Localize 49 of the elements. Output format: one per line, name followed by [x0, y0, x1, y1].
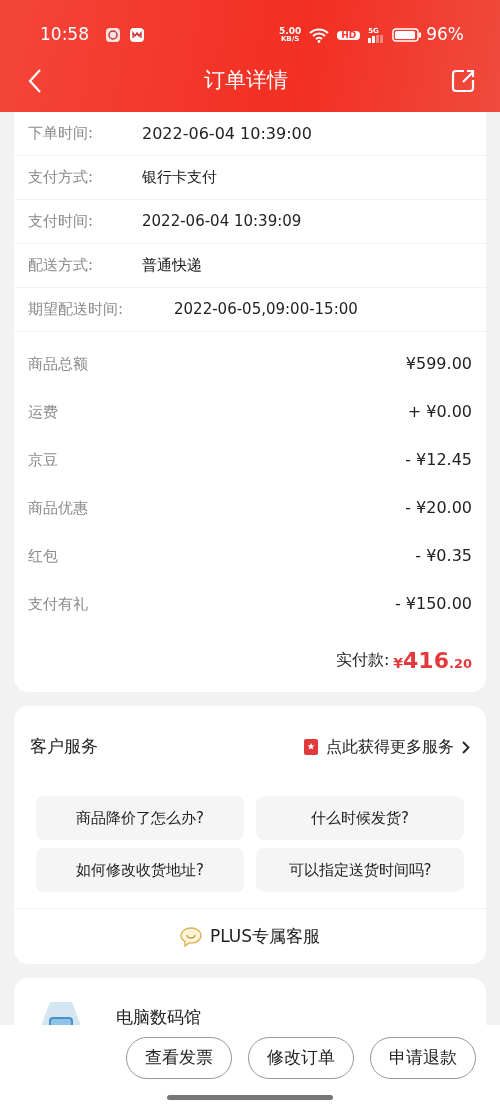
- action-button[interactable]: 修改订单: [248, 1037, 354, 1079]
- battery-percent: 96%: [426, 23, 464, 47]
- app-icon: [129, 27, 145, 43]
- chevron-right-icon: [462, 740, 470, 754]
- field-value: 普通快递: [142, 255, 202, 277]
- question-button[interactable]: 如何修改收货地址?: [36, 848, 244, 892]
- amount-value: - ¥150.00: [394, 593, 472, 615]
- section-title: 客户服务: [30, 735, 98, 759]
- field-label: 下单时间:: [28, 123, 95, 145]
- share-icon[interactable]: [450, 68, 476, 94]
- field-value: 2022-06-05,09:00-15:00: [174, 299, 358, 321]
- amount-label: 商品总额: [28, 353, 88, 375]
- field-value: 2022-06-04 10:39:00: [142, 122, 312, 145]
- amount-value: - ¥12.45: [405, 449, 472, 471]
- field-label: 期望配送时间:: [28, 299, 125, 321]
- app-icon: [105, 27, 121, 43]
- amount-label: 运费: [28, 401, 58, 423]
- store-name: 电脑数码馆: [116, 1006, 201, 1025]
- field-value: 2022-06-04 10:39:09: [142, 211, 302, 233]
- total-label: 实付款:: [335, 649, 390, 671]
- question-button[interactable]: 可以指定送货时间吗?: [256, 848, 464, 892]
- amount-value: - ¥20.00: [405, 497, 472, 519]
- amount-label: 红包: [28, 545, 58, 567]
- page-title: 订单详情: [204, 67, 288, 95]
- field-label: 支付方式:: [28, 167, 95, 189]
- status-time: 10:58: [40, 23, 89, 47]
- question-button[interactable]: 什么时候发货?: [256, 796, 464, 840]
- amount-value: - ¥0.35: [415, 545, 472, 567]
- field-label: 支付时间:: [28, 211, 95, 233]
- plus-service-button[interactable]: PLUS专属客服: [14, 908, 486, 964]
- field-label: 配送方式:: [28, 255, 95, 277]
- battery-icon: [392, 28, 423, 42]
- amount-label: 京豆: [28, 449, 58, 471]
- amount-value: ¥599.00: [405, 353, 472, 375]
- action-button[interactable]: 申请退款: [370, 1037, 476, 1079]
- wifi-icon: [309, 27, 330, 43]
- field-value: 银行卡支付: [142, 167, 217, 189]
- back-icon[interactable]: [28, 68, 42, 94]
- net-speed: 5.00: [278, 27, 302, 36]
- amount-label: 商品优惠: [28, 497, 88, 519]
- action-button[interactable]: 查看发票: [126, 1037, 232, 1079]
- more-services-link[interactable]: 点此获得更多服务: [304, 735, 470, 759]
- total-amount: ¥416.20: [393, 646, 472, 675]
- signal-icon: [368, 34, 385, 43]
- hd-badge: HD: [337, 30, 361, 40]
- amount-label: 支付有礼: [28, 593, 88, 615]
- amount-value: + ¥0.00: [407, 401, 472, 423]
- chat-face-icon: [179, 926, 202, 947]
- question-button[interactable]: 商品降价了怎么办?: [36, 796, 244, 840]
